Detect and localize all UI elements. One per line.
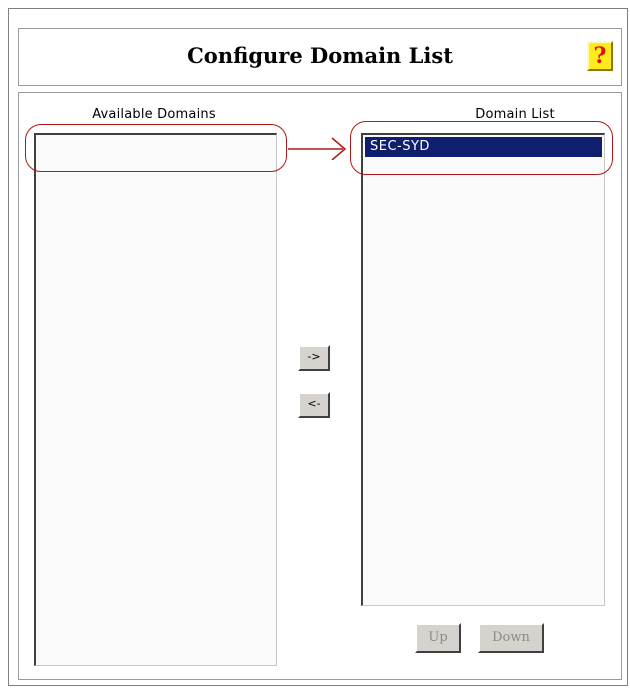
move-up-button[interactable]: Up [415, 623, 461, 653]
domain-list-highlight [350, 121, 613, 175]
available-domains-label: Available Domains [92, 107, 216, 122]
dialog-title: Configure Domain List [187, 43, 453, 68]
remove-domain-button[interactable]: <- [298, 392, 330, 418]
move-down-button[interactable]: Down [478, 623, 544, 653]
available-domains-listbox[interactable] [34, 133, 277, 666]
available-domains-highlight [25, 124, 287, 172]
domain-list-listbox[interactable]: SEC-SYD [361, 133, 605, 606]
help-icon[interactable]: ? [587, 41, 613, 71]
dialog-header: Configure Domain List ? [18, 28, 622, 86]
add-domain-button[interactable]: -> [298, 345, 330, 371]
domain-list-label: Domain List [475, 107, 555, 122]
right-arrow-annotation-icon [288, 137, 347, 160]
